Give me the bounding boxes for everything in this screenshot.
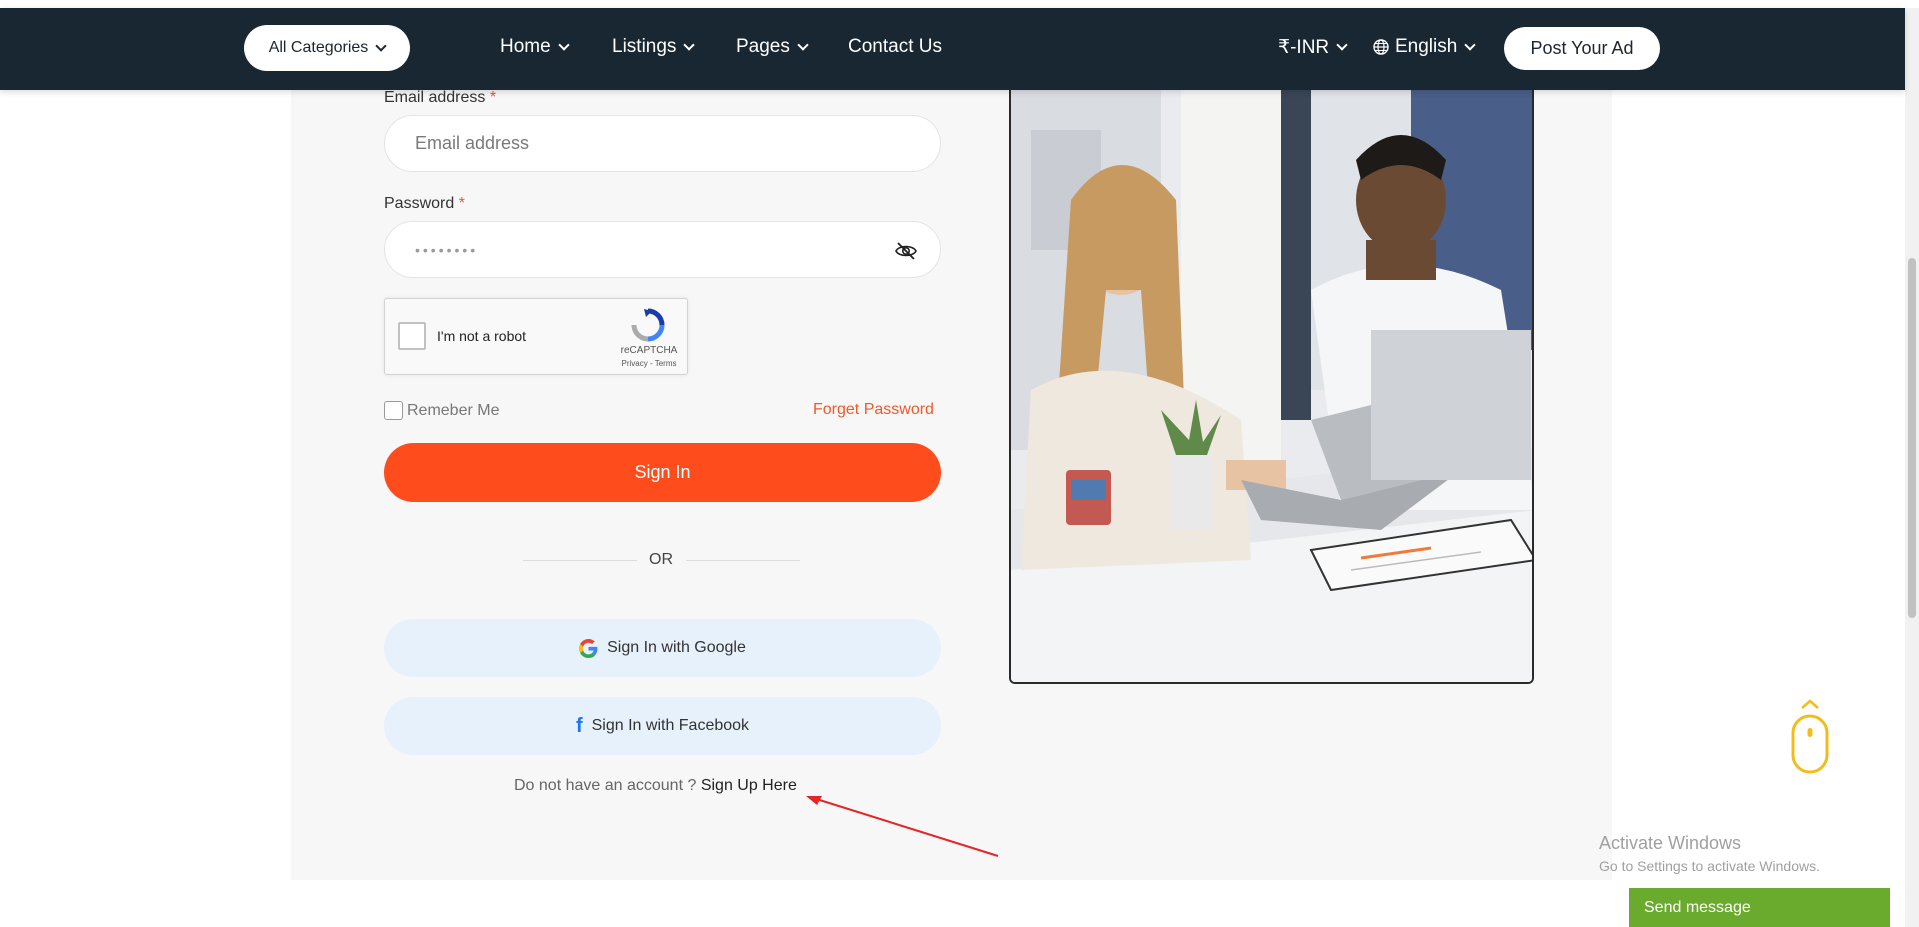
signup-link[interactable]: Sign Up Here [701,777,797,794]
remember-me[interactable]: Remeber Me [384,401,499,420]
office-photo-illustration [1011,90,1532,682]
email-label: Email address * [384,89,496,107]
password-label: Password * [384,195,465,213]
currency-label: ₹-INR [1278,37,1330,58]
signin-button[interactable]: Sign In [384,443,941,502]
email-input[interactable]: Email address [384,115,941,172]
chevron-down-icon [1336,39,1348,51]
nav-contact-us[interactable]: Contact Us [848,36,942,58]
activate-title: Activate Windows [1599,833,1742,853]
activate-subtitle: Go to Settings to activate Windows. [1599,858,1820,874]
chevron-down-icon [558,38,570,51]
mouse-scroll-icon[interactable] [1790,698,1830,776]
recaptcha-label: I'm not a robot [437,328,527,344]
password-value: •••••••• [415,241,479,258]
facebook-signin-button[interactable]: f Sign In with Facebook [384,697,941,755]
chevron-down-icon [375,39,387,52]
facebook-icon: f [575,714,583,737]
recaptcha-links[interactable]: Privacy - Terms [617,359,681,368]
password-label-text: Password [384,195,455,212]
scrollbar-thumb[interactable] [1908,258,1916,618]
recaptcha-checkbox[interactable] [398,322,426,350]
nav-home-label: Home [500,36,551,57]
required-mark: * [458,195,465,212]
office-photo [1009,90,1534,684]
or-label: OR [649,551,673,568]
required-mark: * [489,89,497,106]
divider-right [686,560,800,561]
all-categories-button[interactable]: All Categories [244,25,410,71]
currency-selector[interactable]: ₹-INR [1278,36,1348,59]
facebook-label: Sign In with Facebook [591,717,750,734]
chevron-down-icon [683,38,696,51]
top-strip [0,0,1919,8]
chevron-down-icon [797,38,809,51]
nav-home[interactable]: Home [500,36,570,58]
google-icon [579,638,598,658]
remember-label: Remeber Me [407,401,500,419]
recaptcha-brand: reCAPTCHA [620,345,678,356]
windows-activation-notice: Activate Windows Go to Settings to activ… [1599,833,1820,874]
signup-prompt: Do not have an account ? Sign Up Here [514,777,797,795]
nav-pages-label: Pages [736,36,790,57]
nav-listings-label: Listings [612,36,677,57]
email-placeholder: Email address [415,133,530,153]
google-signin-button[interactable]: Sign In with Google [384,619,941,677]
main-navbar: All Categories Home Listings Pages Conta… [0,8,1905,90]
nav-pages[interactable]: Pages [736,36,809,58]
google-label: Sign In with Google [607,639,746,656]
forget-password-link[interactable]: Forget Password [813,401,934,419]
email-label-text: Email address [384,89,486,106]
language-label: English [1395,36,1458,57]
nav-contact-label: Contact Us [848,36,942,57]
password-input[interactable]: •••••••• [384,221,941,278]
recaptcha-widget: I'm not a robot reCAPTCHA Privacy - Term… [384,298,688,375]
divider-left [523,560,637,561]
send-message-button[interactable]: Send message [1629,888,1890,927]
nav-listings[interactable]: Listings [612,36,696,58]
language-selector[interactable]: English [1373,36,1476,58]
globe-icon [1373,39,1389,55]
page-scrollbar[interactable] [1905,8,1919,927]
annotation-arrow-icon [806,796,999,857]
remember-checkbox[interactable] [384,401,403,420]
eye-slash-icon[interactable] [894,239,918,263]
all-categories-label: All Categories [268,39,369,56]
no-account-text: Do not have an account ? [514,777,697,794]
post-your-ad-button[interactable]: Post Your Ad [1504,27,1660,70]
recaptcha-logo-icon [631,308,665,342]
chevron-down-icon [1464,38,1476,51]
